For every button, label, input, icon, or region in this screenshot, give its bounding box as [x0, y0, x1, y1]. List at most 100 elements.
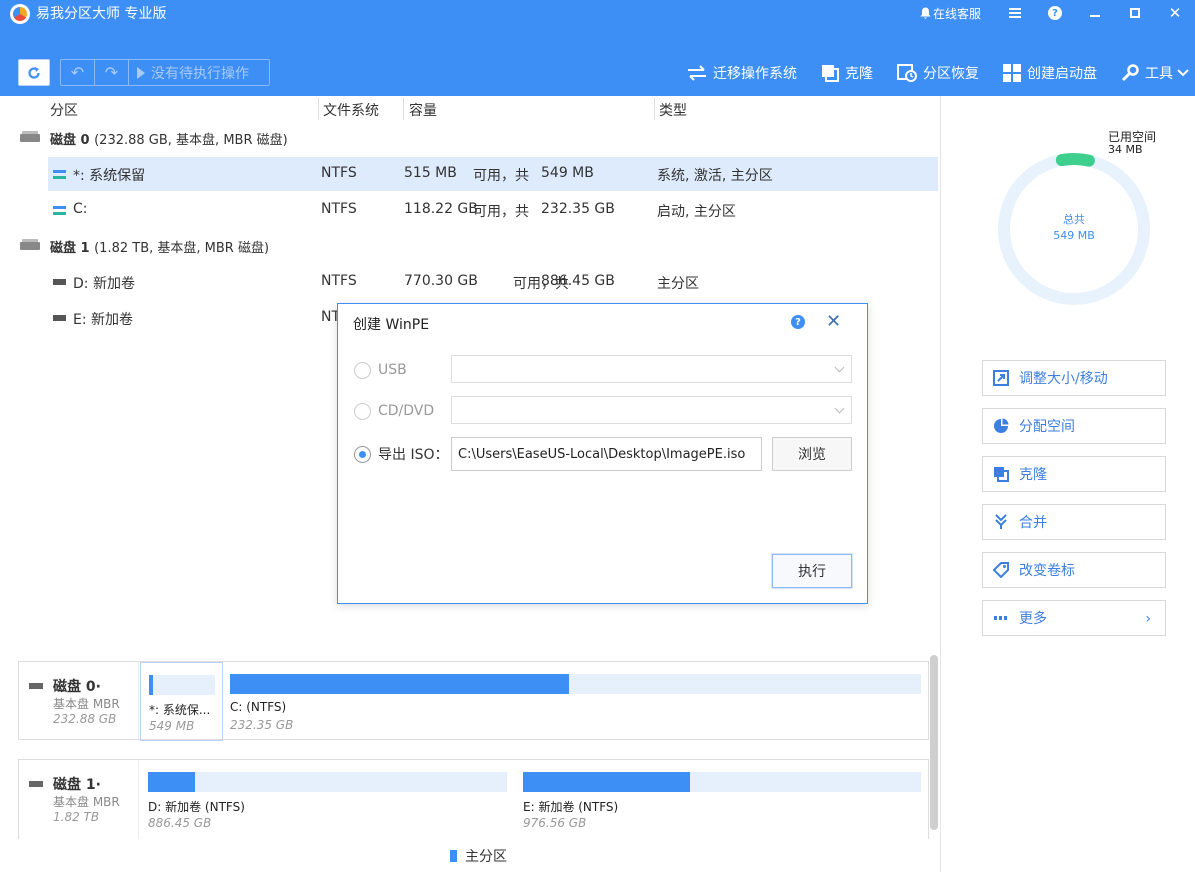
right-panel: 已用空间 34 MB 总共 549 MB 调整大小/移动 分配空间 克隆 合并 … [940, 96, 1195, 872]
refresh-button[interactable] [18, 59, 50, 86]
map-segment-c[interactable]: C: (NTFS) 232.35 GB [230, 674, 921, 734]
wrench-icon [1121, 64, 1139, 82]
col-filesystem[interactable]: 文件系统 [323, 100, 379, 120]
map-segment-d[interactable]: D: 新加卷 (NTFS) 886.45 GB [148, 772, 507, 832]
clone-icon [822, 65, 839, 82]
export-iso-label: 导出 ISO： [378, 447, 449, 463]
menu-button[interactable] [995, 0, 1035, 26]
allocate-space-button[interactable]: 分配空间 [982, 408, 1166, 444]
hard-disk-icon [29, 781, 43, 787]
change-label-label: 改变卷标 [1019, 563, 1075, 579]
iso-path-input[interactable] [451, 437, 762, 471]
segment-name: *: 系统保... [149, 703, 211, 717]
chevron-right-icon: › [1145, 611, 1151, 627]
dialog-help-button[interactable]: ? [791, 315, 805, 329]
chevron-down-icon [834, 362, 845, 373]
migrate-os-button[interactable]: 迁移操作系统 [687, 63, 797, 83]
close-window-button[interactable]: ✕ [1155, 0, 1195, 26]
close-icon: ✕ [1168, 4, 1182, 22]
undo-icon: ↶ [70, 63, 85, 82]
disk-row-1[interactable]: 磁盘 1 (1.82 TB, 基本盘, MBR 磁盘) [0, 231, 940, 259]
minimize-button[interactable] [1075, 0, 1115, 26]
create-winpe-dialog: 创建 WinPE ? ✕ USB CD/DVD 导出 ISO： 浏览 执行 [337, 303, 868, 604]
clone-partition-button[interactable]: 克隆 [982, 456, 1166, 492]
partition-free: 770.30 GB [404, 273, 478, 289]
bell-icon [920, 7, 931, 19]
cd-dvd-radio[interactable] [354, 402, 371, 420]
partition-of: 可用，共 [473, 168, 529, 184]
disk-info: (232.88 GB, 基本盘, MBR 磁盘) [94, 133, 288, 148]
disk-info: (1.82 TB, 基本盘, MBR 磁盘) [94, 241, 270, 256]
help-icon: ? [1048, 6, 1062, 20]
redo-button[interactable]: ↷ [95, 60, 129, 85]
clone-button[interactable]: 克隆 [821, 63, 873, 83]
system-partition-icon [53, 206, 66, 215]
usage-fill [230, 674, 569, 694]
tools-label: 工具 [1145, 66, 1173, 82]
usage-fill [149, 675, 153, 695]
maximize-button[interactable] [1115, 0, 1155, 26]
partition-row-system-reserved[interactable]: *: 系统保留 NTFS 515 MB 可用，共 549 MB 系统, 激活, … [48, 157, 938, 191]
help-button[interactable]: ? [1035, 0, 1075, 26]
disk-map-1[interactable]: 磁盘 1· 基本盘 MBR 1.82 TB D: 新加卷 (NTFS) 886.… [18, 759, 929, 839]
resize-move-button[interactable]: 调整大小/移动 [982, 360, 1166, 396]
usage-fill [523, 772, 691, 792]
usb-label: USB [378, 362, 407, 378]
partition-row-c[interactable]: C: NTFS 118.22 GB 可用，共 232.35 GB 启动, 主分区 [48, 193, 938, 227]
online-support-label: 在线客服 [932, 6, 981, 21]
partition-total: 232.35 GB [541, 201, 615, 217]
usage-bar [523, 772, 921, 792]
col-divider [318, 98, 319, 120]
apply-pending-button[interactable]: 没有待执行操作 [129, 60, 269, 85]
legend-primary-label: 主分区 [465, 849, 507, 865]
cd-dvd-option[interactable]: CD/DVD [354, 396, 434, 426]
segment-size: 976.56 GB [523, 816, 587, 830]
more-button[interactable]: 更多 › [982, 600, 1166, 636]
hard-disk-icon [29, 683, 43, 689]
online-support-button[interactable]: 在线客服 [920, 5, 981, 22]
recover-icon [897, 64, 917, 82]
export-iso-option[interactable]: 导出 ISO： [354, 439, 449, 469]
windows-icon [1003, 64, 1021, 82]
browse-button[interactable]: 浏览 [772, 437, 852, 471]
cd-dvd-device-select[interactable] [451, 396, 852, 424]
segment-size: 886.45 GB [148, 816, 212, 830]
partition-row-d[interactable]: D: 新加卷 NTFS 770.30 GB 可用，共 886.45 GB 主分区 [48, 265, 938, 299]
usage-bar [149, 675, 215, 695]
disk-map-type: 基本盘 MBR [53, 697, 120, 711]
execute-button[interactable]: 执行 [772, 554, 852, 588]
col-type[interactable]: 类型 [659, 100, 687, 120]
dialog-close-button[interactable]: ✕ [826, 311, 841, 332]
partition-recovery-button[interactable]: 分区恢复 [897, 63, 979, 83]
usage-bar [148, 772, 507, 792]
col-capacity[interactable]: 容量 [409, 100, 437, 120]
usb-device-select[interactable] [451, 355, 852, 383]
col-divider [654, 98, 655, 120]
undo-button[interactable]: ↶ [61, 60, 95, 85]
segment-name: D: 新加卷 (NTFS) [148, 800, 245, 814]
merge-button[interactable]: 合并 [982, 504, 1166, 540]
usage-fill [148, 772, 195, 792]
drive-partition-icon [53, 315, 66, 321]
usb-option[interactable]: USB [354, 355, 407, 385]
chevron-down-icon [1177, 69, 1189, 77]
export-iso-radio[interactable] [354, 445, 371, 463]
col-partition[interactable]: 分区 [50, 100, 78, 120]
redo-icon: ↷ [104, 63, 119, 82]
disk-map-scrollbar[interactable] [930, 655, 938, 830]
change-label-button[interactable]: 改变卷标 [982, 552, 1166, 588]
disk-row-0[interactable]: 磁盘 0 (232.88 GB, 基本盘, MBR 磁盘) [0, 123, 940, 151]
cd-dvd-label: CD/DVD [378, 403, 435, 419]
partition-type: 启动, 主分区 [657, 204, 736, 220]
close-icon: ✕ [826, 311, 842, 332]
tools-menu-button[interactable]: 工具 [1121, 63, 1189, 83]
usb-radio[interactable] [354, 361, 371, 379]
map-segment-system-reserved[interactable]: *: 系统保... 549 MB [140, 662, 223, 741]
hard-disk-icon [20, 239, 40, 250]
map-segment-e[interactable]: E: 新加卷 (NTFS) 976.56 GB [523, 772, 921, 832]
disk-map-0[interactable]: 磁盘 0· 基本盘 MBR 232.88 GB *: 系统保... 549 MB… [18, 661, 929, 741]
merge-label: 合并 [1019, 515, 1047, 531]
usage-donut: 总共 549 MB [996, 151, 1152, 307]
allocate-space-label: 分配空间 [1019, 419, 1075, 435]
create-bootable-button[interactable]: 创建启动盘 [1003, 63, 1097, 83]
